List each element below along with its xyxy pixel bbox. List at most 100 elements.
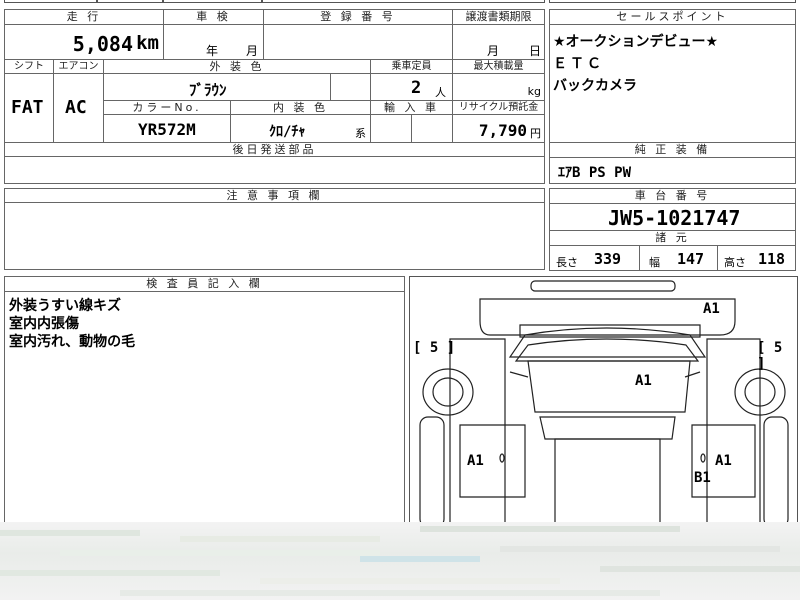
capacity-value: 2 <box>411 78 422 98</box>
chassis-no-cell: JW5-1021747 <box>549 203 796 231</box>
capacity-unit: 人 <box>435 86 446 99</box>
transfer-deadline-header: 譲渡書類期限 <box>452 9 545 25</box>
right-body-side <box>706 338 761 528</box>
width-value: 147 <box>677 250 705 268</box>
dimensions-length-cell: 長さ 339 <box>549 245 640 271</box>
damage-mark: B1 <box>694 470 711 486</box>
factory-equipment-header: 純 正 装 備 <box>549 142 796 158</box>
shift-value: FAT <box>11 97 44 118</box>
color-no-header: カラーNo. <box>103 100 231 115</box>
car-diagram <box>419 280 789 528</box>
tire-left-label: [ 5 ] <box>413 340 456 356</box>
inspection-month-label: 月 <box>246 44 259 58</box>
left-tire-inner <box>432 377 464 407</box>
sales-point-2: ＥＴＣ <box>553 56 604 72</box>
transfer-deadline-cell: 月 日 <box>452 24 545 60</box>
interior-color-suffix: 系 <box>355 127 366 140</box>
capacity-header: 乗車定員 <box>370 59 453 74</box>
sales-points-header: セールスポイント <box>549 9 796 25</box>
damage-mark: A1 <box>703 301 720 317</box>
inspector-notes-cell: 外装うすい線キズ 室内内張傷 室内汚れ、動物の毛 <box>4 291 405 531</box>
recycle-fee-cell: 7,790 円 <box>452 114 545 143</box>
mileage-cell: 5,084 km <box>4 24 164 60</box>
top-cut-cell-4 <box>262 0 545 3</box>
import-header: 輸 入 車 <box>370 100 453 115</box>
sales-points-cell: ★オークションデビュー★ ＥＴＣ バックカメラ <box>549 24 796 143</box>
mileage-header: 走 行 <box>4 9 164 25</box>
left-side-skirt <box>419 416 445 528</box>
inspector-notes-header: 検 査 員 記 入 欄 <box>4 276 405 292</box>
height-value: 118 <box>758 250 786 268</box>
notes-header: 注 意 事 項 欄 <box>4 188 545 203</box>
top-cut-cell-1 <box>4 0 97 3</box>
right-mark-dot <box>700 453 706 463</box>
left-body-side <box>449 338 506 528</box>
transfer-day-label: 日 <box>529 44 542 58</box>
shift-header: シフト <box>4 59 54 74</box>
color-no-cell: YR572M <box>103 114 231 143</box>
top-cut-cell-3 <box>163 0 262 3</box>
width-label: 幅 <box>649 256 660 269</box>
notes-cell <box>4 202 545 270</box>
chassis-no-value: JW5-1021747 <box>608 206 741 230</box>
mileage-value: 5,084 <box>72 32 133 56</box>
length-value: 339 <box>594 250 622 268</box>
left-tire-outer <box>422 368 474 416</box>
damage-mark: A1 <box>467 453 484 469</box>
damage-mark: A1 <box>715 453 732 469</box>
inspection-cell: 年 月 <box>163 24 264 60</box>
tire-right-label: [ 5 ] <box>757 340 783 372</box>
exterior-color-header: 外 装 色 <box>103 59 371 74</box>
shift-cell: FAT <box>4 73 54 143</box>
registration-cell <box>263 24 453 60</box>
aircon-value: AC <box>65 97 87 118</box>
car-diagram-panel: [ 5 ] [ 5 ] A1 A1 A1 A1 B1 <box>409 276 798 531</box>
dimensions-height-cell: 高さ 118 <box>717 245 796 271</box>
color-no-value: YR572M <box>138 120 196 139</box>
aircon-header: エアコン <box>53 59 104 74</box>
max-load-unit: kg <box>527 85 541 98</box>
interior-color-header: 内 装 色 <box>230 100 371 115</box>
max-load-header: 最大積載量 <box>452 59 545 74</box>
rear-window <box>508 327 707 358</box>
right-side-skirt <box>763 416 789 528</box>
left-mark-dot <box>499 453 505 463</box>
inspector-note-2: 室内内張傷 <box>9 316 79 332</box>
aircon-cell: AC <box>53 73 104 143</box>
exterior-color-extra-cell <box>330 73 371 101</box>
center-body <box>554 438 661 528</box>
factory-equipment-cell: ｴｱB PS PW <box>549 157 796 184</box>
exterior-color-value: ﾌﾞﾗｳﾝ <box>189 81 227 99</box>
chassis-no-header: 車 台 番 号 <box>549 188 796 204</box>
registration-header: 登 録 番 号 <box>263 9 453 25</box>
inspection-header: 車 検 <box>163 9 264 25</box>
later-shipping-header: 後日発送部品 <box>4 142 545 157</box>
sales-point-3: バックカメラ <box>553 78 637 94</box>
inspector-note-3: 室内汚れ、動物の毛 <box>9 334 136 350</box>
factory-equipment-value: ｴｱB PS PW <box>558 165 632 181</box>
mileage-unit: km <box>136 32 159 54</box>
roof-outline <box>479 298 736 336</box>
image-corruption-band <box>0 522 800 600</box>
import-cell-left <box>370 114 412 143</box>
recycle-fee-header: リサイクル預託金 <box>452 100 545 115</box>
max-load-cell: kg <box>452 73 545 101</box>
rear-bumper-shape <box>530 280 676 292</box>
later-shipping-cell <box>4 156 545 184</box>
roof-panel <box>527 360 691 413</box>
dimensions-width-cell: 幅 147 <box>639 245 718 271</box>
import-cell-right <box>411 114 453 143</box>
inspection-year-label: 年 <box>206 44 219 58</box>
interior-color-cell: ｸﾛ/ﾁｬ 系 <box>230 114 371 143</box>
transfer-month-label: 月 <box>487 44 500 58</box>
damage-mark: A1 <box>635 373 652 389</box>
inspector-note-1: 外装うすい線キズ <box>9 298 121 314</box>
top-cut-cell-5 <box>549 0 796 3</box>
right-mirror-line <box>684 371 701 378</box>
capacity-cell: 2 人 <box>370 73 453 101</box>
height-label: 高さ <box>724 256 746 269</box>
top-cut-cell-2 <box>97 0 163 3</box>
length-label: 長さ <box>556 256 578 269</box>
left-mirror-line <box>509 371 529 378</box>
sales-point-1: ★オークションデビュー★ <box>553 34 719 50</box>
